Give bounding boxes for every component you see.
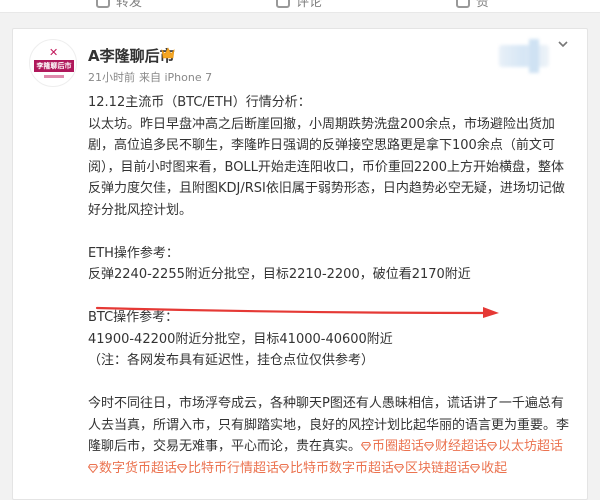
eth-trade-plan: 反弹2240-2255附近分批空，目标2210-2200，破位看2170附近 xyxy=(88,267,471,282)
weibo-post-card: ✕ 李隆聊后市 A李隆聊后市 21小时前 来自 iPhone 7 12.12主流币… xyxy=(12,28,588,500)
topic-tag-label: 以太坊超话 xyxy=(498,439,564,454)
collapse-link[interactable]: 收起 xyxy=(470,461,507,476)
topic-tag[interactable]: 比特币数字币超话 xyxy=(279,461,394,476)
share-label: 转发 xyxy=(116,0,143,10)
topic-tag[interactable]: 以太坊超话 xyxy=(487,439,563,454)
topic-tag-label: 比特币数字币超话 xyxy=(290,460,395,476)
topic-tag-label: 财经超话 xyxy=(435,439,488,454)
topic-tag[interactable]: 比特币行情超话 xyxy=(177,461,279,476)
eth-section-title: ETH操作参考： xyxy=(88,245,179,261)
closing-text: 今时不同往日，市场浮夸成云，各种聊天P图还有人愚昧相信，谎话讲了一千遍总有人去当… xyxy=(88,393,574,479)
btc-trade-plan: 41900-42200附近分批空，目标41000-40600附近 xyxy=(88,331,393,347)
topic-tag[interactable]: 区块链超话 xyxy=(394,461,470,476)
post-headline: 12.12主流币（BTC/ETH）行情分析： xyxy=(88,95,311,110)
topic-tag-label: 比特币行情超话 xyxy=(188,460,280,476)
topic-tag[interactable]: 币圈超话 xyxy=(361,439,424,454)
share-button[interactable]: 转发 xyxy=(96,0,142,10)
collapse-link-label: 收起 xyxy=(481,460,508,476)
like-icon xyxy=(456,0,470,8)
disclaimer-note: （注：各网发布具有延迟性，挂仓点位仅供参考） xyxy=(88,353,375,368)
avatar-decoration xyxy=(44,75,64,78)
like-button[interactable]: 赞 xyxy=(456,0,489,10)
topic-tag-label: 币圈超话 xyxy=(372,439,425,454)
avatar-label: 李隆聊后市 xyxy=(34,60,74,72)
crown-icon xyxy=(161,47,175,59)
post-meta: 21小时前 来自 iPhone 7 xyxy=(88,69,212,85)
comment-button[interactable]: 评论 xyxy=(276,0,322,10)
post-source: 来自 iPhone 7 xyxy=(139,71,213,84)
post-action-bar: 转发 评论 赞 xyxy=(0,0,600,13)
topic-tag-label: 数字货币超话 xyxy=(99,460,178,476)
topic-tag[interactable]: 数字货币超话 xyxy=(88,461,177,476)
follow-button[interactable] xyxy=(499,39,549,73)
annotation-arrow xyxy=(95,306,499,318)
eth-analysis-text: 以太坊。昨日早盘冲高之后断崖回撤，小周期跌势洗盘200余点，市场避险出货加剧，高… xyxy=(88,116,565,218)
post-time[interactable]: 21小时前 xyxy=(88,71,135,84)
avatar-logo-icon: ✕ xyxy=(49,46,59,59)
topic-tag-label: 区块链超话 xyxy=(405,460,471,476)
chevron-down-icon[interactable] xyxy=(557,39,569,49)
topic-tag[interactable]: 财经超话 xyxy=(424,439,487,454)
like-label: 赞 xyxy=(476,0,490,10)
comment-label: 评论 xyxy=(296,0,323,10)
comment-icon xyxy=(276,0,290,8)
share-icon xyxy=(96,0,110,8)
avatar[interactable]: ✕ 李隆聊后市 xyxy=(29,39,77,87)
post-body: 12.12主流币（BTC/ETH）行情分析： 以太坊。昨日早盘冲高之后断崖回撤，… xyxy=(88,92,574,479)
